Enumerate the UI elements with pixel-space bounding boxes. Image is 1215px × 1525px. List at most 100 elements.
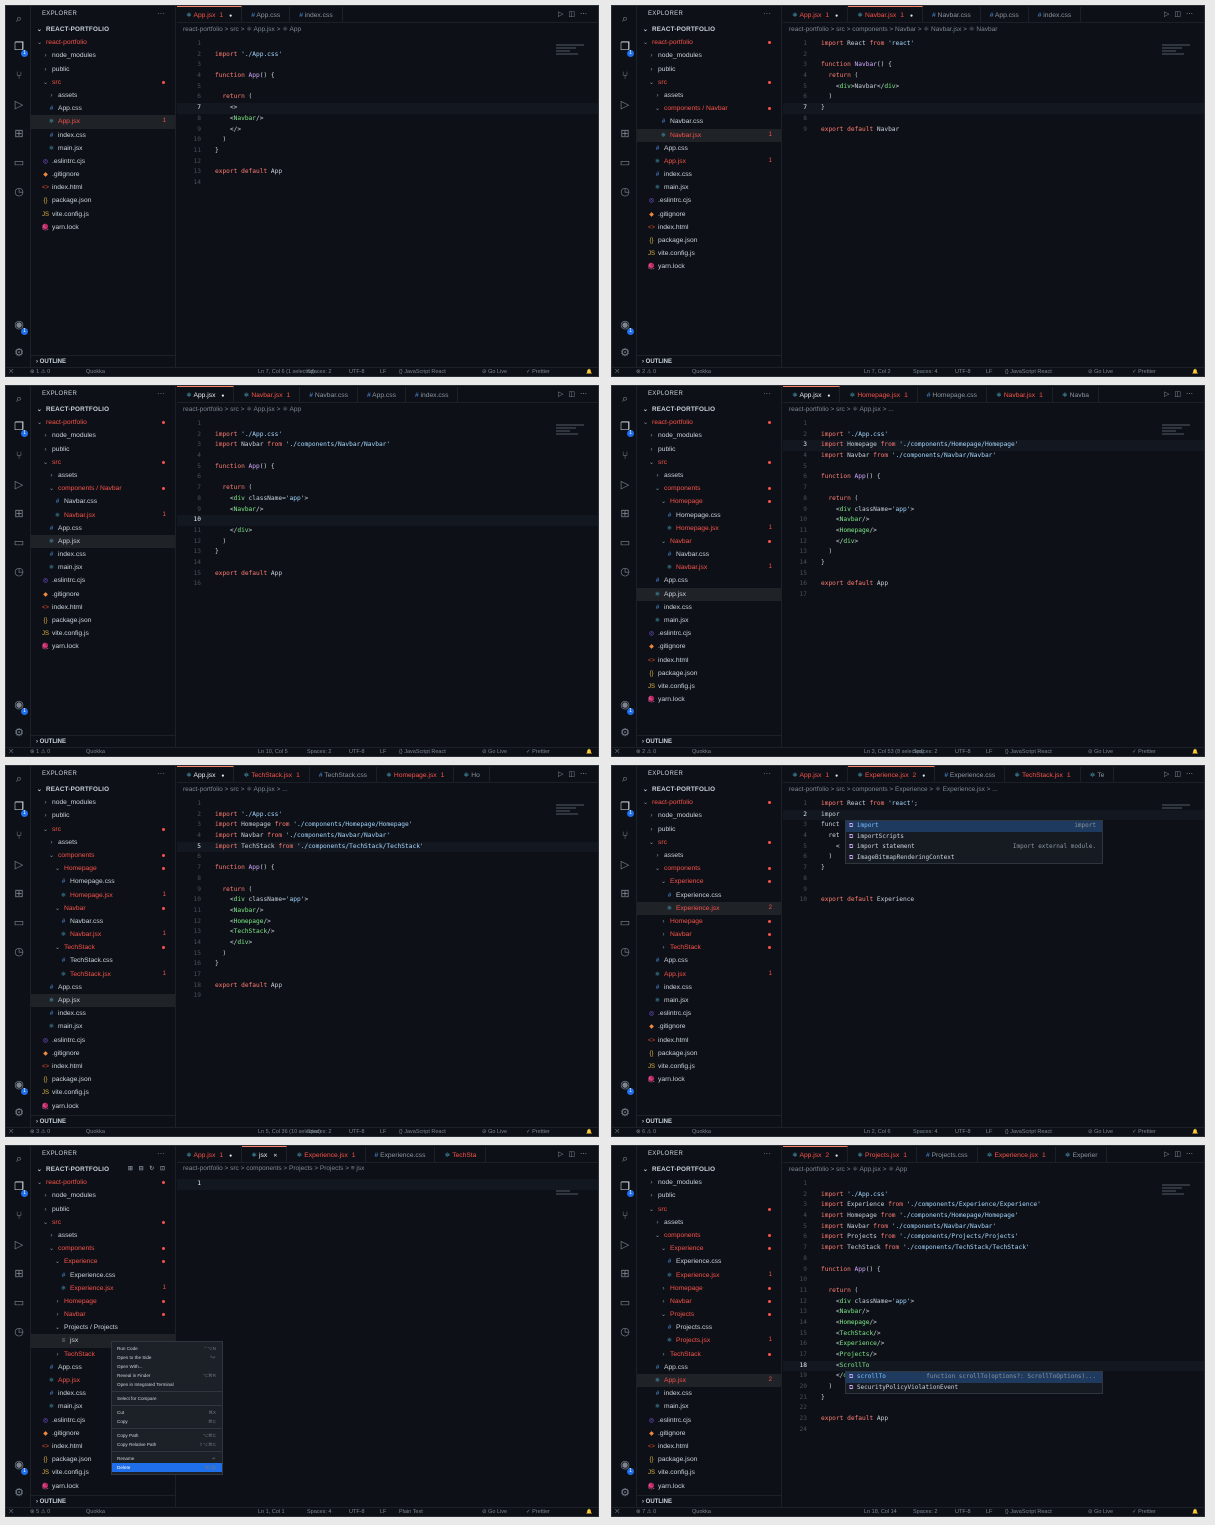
code-line[interactable]: 2 import './App.css' xyxy=(783,1190,1204,1201)
tree-item[interactable]: › assets xyxy=(637,1216,781,1229)
breadcrumb[interactable]: react-portfolio > src > ⚛ App.jsx > ... xyxy=(183,785,288,793)
code-editor[interactable]: 1 2 import './App.css' 3 import Navbar from … xyxy=(177,419,598,590)
code-line[interactable]: 8 <Navbar/> xyxy=(177,114,598,125)
problems-indicator[interactable]: ⊗ 2 ⚠ 0 xyxy=(636,368,656,376)
code-line[interactable]: 15 <TechStack/> xyxy=(783,1329,1204,1340)
run-icon[interactable]: ▷ xyxy=(1164,1151,1174,1158)
code-line[interactable]: 14 <Homepage/> xyxy=(783,1318,1204,1329)
editor-tab[interactable]: # TechStack.css xyxy=(310,767,378,782)
breadcrumb[interactable]: react-portfolio > src > ⚛ App.jsx > ... xyxy=(789,405,894,413)
editor-tab[interactable]: # index.css xyxy=(406,387,459,402)
menu-item[interactable]: Open in Integrated Terminal xyxy=(112,1380,222,1389)
tree-item[interactable]: # TechStack.css xyxy=(31,954,175,967)
quokka-indicator[interactable]: Quokka xyxy=(86,748,105,756)
code-line[interactable]: 1 xyxy=(177,419,598,430)
tree-item[interactable]: › public xyxy=(31,809,175,822)
code-line[interactable]: 4 xyxy=(177,451,598,462)
more-actions-icon[interactable]: ··· xyxy=(763,9,771,18)
go-live-button[interactable]: ⊘ Go Live xyxy=(482,748,507,756)
tree-item[interactable]: ⚛ App.jsx 2 xyxy=(637,1374,781,1388)
search-icon[interactable]: ⌕ xyxy=(12,392,26,406)
editor-tab[interactable]: # Projects.css xyxy=(917,1147,978,1162)
editor-tab[interactable]: ⚛ Experience.jsx 1 xyxy=(287,1147,366,1162)
code-line[interactable]: 9 return ( xyxy=(177,885,598,896)
remote-icon[interactable]: ⨉ xyxy=(615,748,619,756)
tree-item[interactable]: ⚛ TechStack.jsx 1 xyxy=(31,968,175,981)
remote-explorer-icon[interactable]: ▭ xyxy=(12,1296,26,1310)
code-line[interactable]: 4 import Navbar from './components/Navbar… xyxy=(177,831,598,842)
tree-item[interactable]: › Navbar xyxy=(637,928,781,941)
git-graph-icon[interactable]: ◷ xyxy=(12,1325,26,1339)
code-line[interactable]: 16} xyxy=(177,959,598,970)
git-graph-icon[interactable]: ◷ xyxy=(12,565,26,579)
tree-item[interactable]: ◆ .gitignore xyxy=(637,1427,781,1440)
editor-tab[interactable]: # index.css xyxy=(1029,7,1082,22)
remote-icon[interactable]: ⨉ xyxy=(9,748,13,756)
tree-item[interactable]: › assets xyxy=(31,1229,175,1242)
breadcrumb[interactable]: react-portfolio > src > components > Pro… xyxy=(183,1165,364,1172)
tree-item[interactable]: ⚛ main.jsx xyxy=(637,1400,781,1413)
tree-item[interactable]: ⚛ Navbar.jsx 1 xyxy=(31,928,175,941)
menu-item[interactable]: Copy ⌘C xyxy=(112,1417,222,1426)
notifications-bell-icon[interactable]: 🔔 xyxy=(586,1128,592,1136)
prettier-status[interactable]: ✓ Prettier xyxy=(526,748,550,756)
editor-tab[interactable]: ⚛ App.jsx 1 ● xyxy=(177,6,243,22)
cursor-position[interactable]: Ln 1, Col 1 xyxy=(258,1508,285,1516)
tree-item[interactable]: # App.css xyxy=(637,954,781,967)
tree-item[interactable]: › TechStack xyxy=(637,1348,781,1361)
search-icon[interactable]: ⌕ xyxy=(12,12,26,26)
editor-actions[interactable]: ▷◫⋯ xyxy=(553,770,592,778)
tree-item[interactable]: <> index.html xyxy=(637,221,781,234)
extensions-icon[interactable]: ⊞ xyxy=(618,507,632,521)
source-control-icon[interactable]: ⑂ xyxy=(12,1209,26,1223)
editor-tab[interactable]: # Experience.css xyxy=(935,767,1006,782)
code-line[interactable]: 6 ) xyxy=(783,92,1204,103)
code-line[interactable]: 11 <Navbar/> xyxy=(177,906,598,917)
search-icon[interactable]: ⌕ xyxy=(618,1152,632,1166)
eol-setting[interactable]: LF xyxy=(986,1128,992,1136)
encoding-setting[interactable]: UTF-8 xyxy=(955,748,971,756)
code-line[interactable]: 10 xyxy=(783,1275,1204,1286)
code-line[interactable]: 9 <Navbar/> xyxy=(177,505,598,516)
tree-item[interactable]: ◎ .eslintrc.cjs xyxy=(31,1034,175,1047)
tree-item[interactable]: ⌄ components / Navbar xyxy=(31,482,175,495)
code-line[interactable]: 14 xyxy=(177,558,598,569)
search-icon[interactable]: ⌕ xyxy=(12,1152,26,1166)
code-line[interactable]: 4 import Homepage from './components/Home… xyxy=(783,1211,1204,1222)
tree-item[interactable]: # index.css xyxy=(637,168,781,181)
remote-explorer-icon[interactable]: ▭ xyxy=(12,916,26,930)
quokka-indicator[interactable]: Quokka xyxy=(692,1128,711,1136)
problems-indicator[interactable]: ⊗ 6 ⚠ 0 xyxy=(636,1128,656,1136)
breadcrumb[interactable]: react-portfolio > src > ⚛ App.jsx > ⚛ Ap… xyxy=(183,405,301,413)
language-mode[interactable]: {} JavaScript React xyxy=(399,748,446,756)
unsaved-dot-icon[interactable]: ● xyxy=(910,8,913,22)
code-line[interactable]: 6 return ( xyxy=(177,92,598,103)
tree-item[interactable]: ⌄ Experience xyxy=(637,875,781,888)
code-line[interactable]: 1 xyxy=(783,1179,1204,1190)
tree-item[interactable]: ⚛ App.jsx xyxy=(637,587,781,601)
code-line[interactable]: 23 export default App xyxy=(783,1414,1204,1425)
language-mode[interactable]: Plain Text xyxy=(399,1508,423,1516)
prettier-status[interactable]: ✓ Prettier xyxy=(526,368,550,376)
code-line[interactable]: 13 ) xyxy=(783,547,1204,558)
language-mode[interactable]: {} JavaScript React xyxy=(399,1128,446,1136)
code-line[interactable]: 11 </div> xyxy=(177,526,598,537)
tree-item[interactable]: › public xyxy=(31,1203,175,1216)
search-icon[interactable]: ⌕ xyxy=(618,772,632,786)
tree-item[interactable]: › assets xyxy=(31,836,175,849)
tree-item[interactable]: ⚛ Experience.jsx 2 xyxy=(637,901,781,915)
tree-item[interactable]: ◎ .eslintrc.cjs xyxy=(31,574,175,587)
unsaved-dot-icon[interactable]: ● xyxy=(229,1148,232,1162)
project-root[interactable]: ⌄ REACT-PORTFOLIO xyxy=(637,783,781,796)
more-icon[interactable]: ⋯ xyxy=(1186,391,1198,398)
code-editor[interactable]: 1 2 import './App.css' 3 import Homepage fro… xyxy=(783,419,1204,601)
code-line[interactable]: 7} xyxy=(783,863,1204,874)
code-line[interactable]: 16 xyxy=(177,579,598,590)
code-editor[interactable]: 1 2 import './App.css' 3 import Experience f… xyxy=(783,1179,1204,1436)
go-live-button[interactable]: ⊘ Go Live xyxy=(1088,1128,1113,1136)
editor-tab[interactable]: ⚛ App.jsx ● xyxy=(177,766,235,782)
more-icon[interactable]: ⋯ xyxy=(1186,1151,1198,1158)
outline-section[interactable]: › OUTLINE xyxy=(31,735,175,747)
eol-setting[interactable]: LF xyxy=(986,1508,992,1516)
code-line[interactable]: 12 <Homepage/> xyxy=(177,917,598,928)
